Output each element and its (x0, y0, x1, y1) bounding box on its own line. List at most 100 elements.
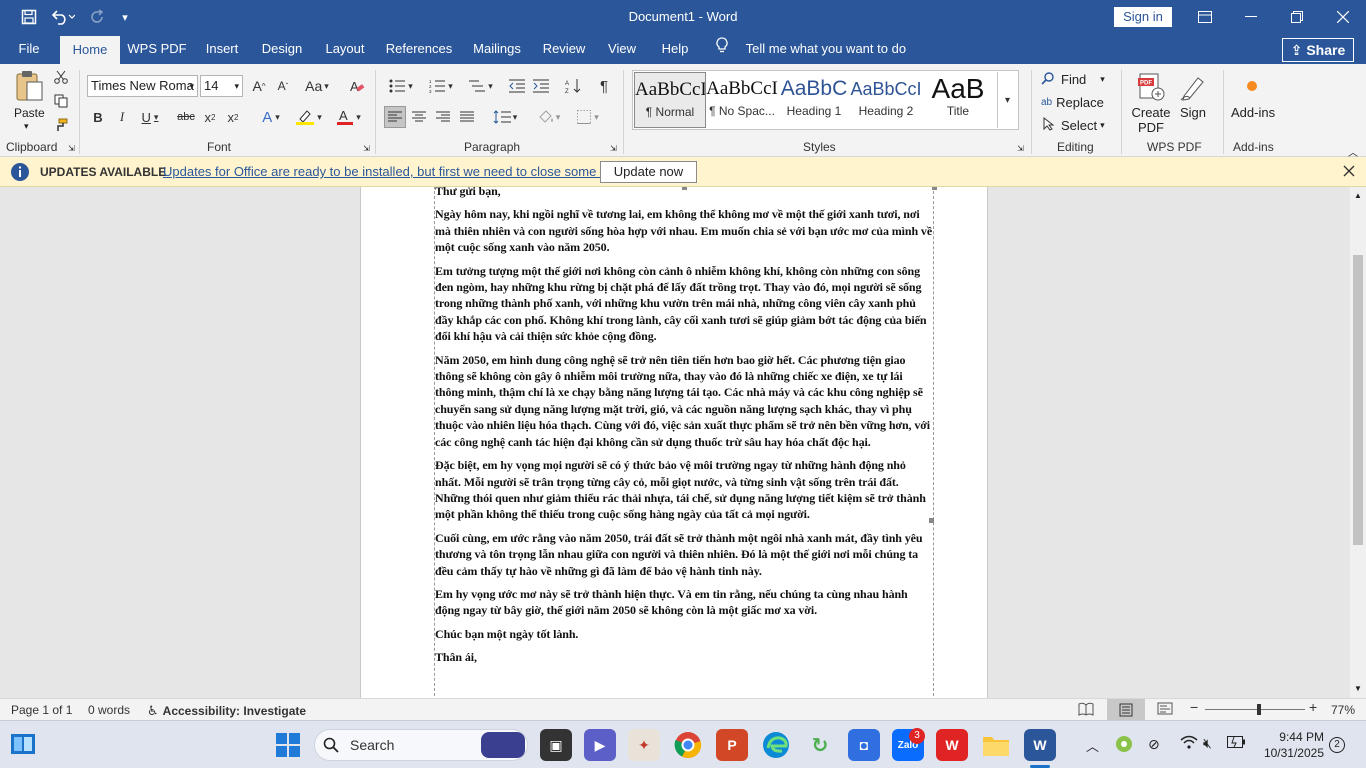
copy-icon[interactable] (52, 92, 70, 110)
justify-icon[interactable] (457, 106, 477, 128)
style-heading-2[interactable]: AaBbCcI Heading 2 (850, 72, 922, 128)
print-layout-icon[interactable] (1107, 699, 1145, 720)
paste-dropdown-icon[interactable]: ▾ (24, 121, 29, 132)
chevron-up-icon[interactable]: ︿ (1086, 736, 1099, 755)
sign-in-button[interactable]: Sign in (1114, 7, 1172, 27)
tell-me-box[interactable]: Tell me what you want to do (716, 34, 906, 64)
bullets-icon[interactable]: ▾ (384, 76, 418, 96)
tab-home[interactable]: Home (60, 36, 120, 64)
decrease-indent-icon[interactable] (507, 76, 527, 96)
battery-icon[interactable] (1227, 736, 1245, 751)
clock-time[interactable]: 9:44 PM (1266, 730, 1324, 744)
app-icon[interactable]: ✦ (628, 729, 660, 761)
style-title[interactable]: AaB Title (922, 72, 994, 128)
text-effects-icon[interactable]: A ▾ (256, 107, 286, 127)
grow-font-icon[interactable]: A ^ (249, 76, 269, 96)
italic-icon[interactable]: I (113, 107, 131, 127)
app-icon[interactable]: ◘ (848, 729, 880, 761)
change-case-button[interactable]: Aa ▾ (302, 76, 332, 96)
edge-icon[interactable] (760, 729, 792, 761)
sign-icon[interactable] (1176, 70, 1210, 104)
tray-icon[interactable]: ⊘ (1148, 736, 1160, 753)
underline-icon[interactable]: U ▾ (136, 107, 164, 127)
notification-count[interactable]: 2 (1329, 737, 1345, 753)
borders-icon[interactable]: ▾ (571, 106, 605, 128)
ribbon-display-icon[interactable] (1182, 0, 1228, 34)
vertical-scrollbar[interactable]: ▲ ▼ (1350, 187, 1366, 698)
document-page[interactable]: Thư gửi bạn, Ngày hôm nay, khi ngồi nghĩ… (360, 187, 988, 698)
paragraph-launcher-icon[interactable]: ⇲ (610, 144, 617, 153)
wifi-icon[interactable] (1180, 735, 1198, 752)
word-icon[interactable]: W (1024, 729, 1056, 761)
styles-more-icon[interactable]: ▾ (997, 72, 1017, 128)
chrome-icon[interactable] (672, 729, 704, 761)
zoom-level[interactable]: 77% (1331, 703, 1355, 717)
page-count[interactable]: Page 1 of 1 (11, 703, 72, 717)
tab-references[interactable]: References (382, 34, 456, 64)
task-view-icon[interactable]: ▣ (540, 729, 572, 761)
scroll-thumb[interactable] (1353, 255, 1363, 545)
tab-help[interactable]: Help (654, 34, 696, 64)
close-icon[interactable] (1320, 0, 1366, 34)
zoom-slider[interactable] (1205, 704, 1305, 715)
tab-layout[interactable]: Layout (318, 34, 372, 64)
paste-icon[interactable] (10, 68, 48, 104)
cut-icon[interactable] (52, 68, 70, 86)
file-explorer-icon[interactable] (980, 729, 1012, 761)
font-launcher-icon[interactable]: ⇲ (363, 144, 370, 153)
align-center-icon[interactable] (409, 106, 429, 128)
font-color-icon[interactable]: A ▾ (332, 107, 366, 127)
start-icon[interactable] (276, 733, 300, 760)
app-icon[interactable]: ↻ (804, 729, 836, 761)
clipboard-launcher-icon[interactable]: ⇲ (68, 144, 75, 153)
shading-icon[interactable]: ▾ (533, 106, 565, 128)
sort-icon[interactable]: AZ (563, 76, 583, 96)
zoom-in-icon[interactable]: + (1309, 699, 1317, 715)
meet-icon[interactable]: ▶ (584, 729, 616, 761)
document-canvas[interactable]: Thư gửi bạn, Ngày hôm nay, khi ngồi nghĩ… (0, 187, 1350, 698)
replace-button[interactable]: ab Replace (1041, 93, 1104, 111)
superscript-icon[interactable]: x2 (224, 107, 242, 127)
multilevel-list-icon[interactable]: ▾ (464, 76, 498, 96)
create-pdf-label[interactable]: Create PDF (1131, 105, 1171, 135)
web-layout-icon[interactable] (1157, 702, 1173, 719)
paste-label[interactable]: Paste (14, 106, 45, 120)
powerpoint-icon[interactable]: P (716, 729, 748, 761)
zoom-slider-thumb[interactable] (1257, 704, 1261, 715)
share-button[interactable]: ⇪ Share (1282, 38, 1354, 62)
taskbar-search-box[interactable]: Search (314, 729, 528, 761)
shrink-font-icon[interactable]: Aˇ (273, 76, 293, 96)
find-button[interactable]: Find ▾ (1041, 70, 1105, 88)
clear-formatting-icon[interactable]: A (347, 76, 367, 96)
clock-date[interactable]: 10/31/2025 (1258, 746, 1324, 760)
increase-indent-icon[interactable] (531, 76, 551, 96)
updates-message-link[interactable]: Updates for Office are ready to be insta… (163, 164, 632, 179)
add-ins-label[interactable]: Add-ins (1231, 105, 1275, 120)
style-no-spacing[interactable]: AaBbCcI ¶ No Spac... (706, 72, 778, 128)
style-heading-1[interactable]: AaBbC Heading 1 (778, 72, 850, 128)
wps-icon[interactable]: W (936, 729, 968, 761)
tray-app-icon[interactable] (1115, 735, 1133, 756)
accessibility-status[interactable]: ♿ Accessibility: Investigate (147, 703, 306, 719)
sign-label[interactable]: Sign (1176, 105, 1210, 120)
style-normal[interactable]: AaBbCcI ¶ Normal (634, 72, 706, 128)
tab-insert[interactable]: Insert (198, 34, 246, 64)
show-formatting-icon[interactable]: ¶ (594, 76, 614, 96)
zoom-out-icon[interactable]: − (1190, 699, 1198, 715)
bold-icon[interactable]: B (89, 107, 107, 127)
widgets-icon[interactable] (10, 733, 36, 758)
font-size-select[interactable]: 14 ▾ (200, 75, 243, 97)
restore-icon[interactable] (1274, 0, 1320, 34)
tab-file[interactable]: File (8, 34, 50, 64)
document-text[interactable]: Thư gửi bạn, Ngày hôm nay, khi ngồi nghĩ… (435, 187, 933, 673)
font-family-select[interactable]: Times New Roma ▾ (87, 75, 198, 97)
align-right-icon[interactable] (433, 106, 453, 128)
styles-launcher-icon[interactable]: ⇲ (1017, 144, 1024, 153)
create-pdf-icon[interactable]: PDF (1134, 70, 1168, 104)
tab-view[interactable]: View (600, 34, 644, 64)
align-left-icon[interactable] (384, 106, 406, 128)
line-spacing-icon[interactable]: ▾ (489, 106, 521, 128)
word-count[interactable]: 0 words (88, 703, 130, 717)
select-button[interactable]: Select ▾ (1043, 116, 1105, 134)
tab-review[interactable]: Review (538, 34, 590, 64)
